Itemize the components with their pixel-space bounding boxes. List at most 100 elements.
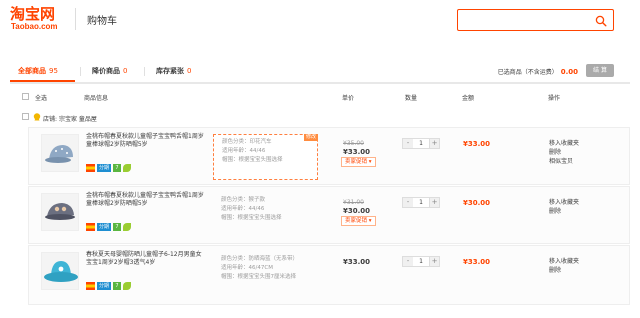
installment-badge[interactable]: 分期 bbox=[97, 282, 112, 290]
selected-summary-label: 已选商品（不含运费） bbox=[497, 69, 558, 76]
item-thumbnail[interactable] bbox=[41, 193, 79, 231]
spec-color: 颜色分类：防晒海蓝（无系带） bbox=[221, 256, 299, 262]
delete-link[interactable]: 删除 bbox=[549, 266, 579, 275]
quantity-value[interactable]: 1 bbox=[413, 257, 429, 266]
promo-flag-icon bbox=[86, 282, 95, 290]
tab-low-stock-count: 0 bbox=[187, 67, 192, 75]
current-price: ¥33.00 bbox=[343, 148, 371, 156]
spec-age: 适用年龄：44/46 bbox=[222, 148, 266, 154]
move-to-favorites-link[interactable]: 移入收藏夹 bbox=[549, 257, 579, 266]
seven-day-return-icon[interactable]: 7 bbox=[113, 164, 122, 172]
increase-qty-button[interactable]: + bbox=[429, 139, 439, 148]
item-operations: 移入收藏夹 删除 bbox=[549, 198, 579, 216]
shop-prefix: 店铺: bbox=[43, 116, 58, 123]
item-service-badges: 分期 7 bbox=[86, 223, 133, 232]
similar-items-link[interactable]: 相似宝贝 bbox=[549, 157, 579, 166]
item-operations: 移入收藏夹 删除 相似宝贝 bbox=[549, 139, 579, 166]
quantity-stepper[interactable]: - 1 + bbox=[402, 256, 440, 267]
item-title-link[interactable]: 春秋夏天母婴帽防晒儿童帽子6-12月男童女宝宝1周岁2岁帽3透气4岁 bbox=[86, 251, 206, 267]
delete-link[interactable]: 删除 bbox=[549, 207, 579, 216]
item-title-link[interactable]: 金桃布帽春夏秋款儿童帽子宝宝鸭舌帽1周岁童棒球帽2岁防晒帽5岁 bbox=[86, 192, 206, 208]
tab-low-stock[interactable]: 库存紧张 0 bbox=[156, 66, 191, 76]
spec-color: 颜色分类：猴子款 bbox=[221, 197, 266, 203]
shop-checkbox[interactable] bbox=[22, 113, 29, 120]
tab-divider bbox=[80, 67, 81, 76]
item-spec[interactable]: 颜色分类：猴子款 适用年龄：44/46 帽围：根据宝宝头围选择 bbox=[213, 193, 318, 239]
logo-cn-text: 淘宝网 bbox=[10, 5, 56, 23]
installment-badge[interactable]: 分期 bbox=[97, 223, 112, 231]
decrease-qty-button[interactable]: - bbox=[403, 139, 413, 148]
tab-all-items[interactable]: 全部商品 95 bbox=[18, 66, 58, 76]
move-to-favorites-link[interactable]: 移入收藏夹 bbox=[549, 198, 579, 207]
hat-image bbox=[42, 253, 78, 289]
spec-size: 帽围：根据宝宝头围7厘米选择 bbox=[221, 274, 297, 280]
increase-qty-button[interactable]: + bbox=[429, 257, 439, 266]
current-price: ¥33.00 bbox=[343, 258, 371, 266]
selected-amount: 0.00 bbox=[560, 68, 578, 76]
tab-price-drop-label: 降价商品 bbox=[92, 67, 120, 75]
col-select-all[interactable]: 全选 bbox=[35, 93, 47, 102]
select-all-checkbox[interactable] bbox=[22, 93, 29, 100]
tab-low-stock-label: 库存紧张 bbox=[156, 67, 184, 75]
col-quantity: 数量 bbox=[405, 95, 418, 102]
eco-leaf-icon bbox=[123, 282, 132, 290]
spec-size: 帽围：根据宝宝头围选择 bbox=[222, 157, 283, 163]
seller-promo-dropdown[interactable]: 卖家促销 ▾ bbox=[341, 216, 376, 226]
eco-leaf-icon bbox=[123, 164, 132, 172]
spec-color: 颜色分类：印花汽车 bbox=[222, 139, 272, 145]
item-spec[interactable]: 颜色分类：防晒海蓝（无系带） 适用年龄：46/47CM 帽围：根据宝宝头围7厘米… bbox=[213, 252, 318, 298]
logo-en-text: Taobao.com bbox=[11, 22, 58, 31]
shop-name-link[interactable]: 宗宝家 童品屋 bbox=[59, 116, 97, 123]
eco-leaf-icon bbox=[123, 223, 132, 231]
quantity-value[interactable]: 1 bbox=[413, 198, 429, 207]
hat-image bbox=[42, 194, 78, 230]
item-subtotal: ¥33.00 bbox=[463, 258, 491, 266]
quantity-stepper[interactable]: - 1 + bbox=[402, 197, 440, 208]
increase-qty-button[interactable]: + bbox=[429, 198, 439, 207]
hat-image bbox=[42, 135, 78, 171]
shop-icon bbox=[33, 113, 41, 121]
current-price: ¥30.00 bbox=[343, 207, 371, 215]
settle-button[interactable]: 结 算 bbox=[586, 64, 614, 77]
decrease-qty-button[interactable]: - bbox=[403, 198, 413, 207]
search-icon[interactable] bbox=[595, 15, 607, 27]
quantity-stepper[interactable]: - 1 + bbox=[402, 138, 440, 149]
seller-promo-dropdown[interactable]: 卖家促销 ▾ bbox=[341, 157, 376, 167]
taobao-logo[interactable]: 淘宝网 Taobao.com bbox=[10, 6, 80, 36]
promo-flag-icon bbox=[86, 223, 95, 231]
item-spec[interactable]: 修改 颜色分类：印花汽车 适用年龄：44/46 帽围：根据宝宝头围选择 bbox=[213, 134, 318, 180]
delete-link[interactable]: 删除 bbox=[549, 148, 579, 157]
tab-divider bbox=[144, 67, 145, 76]
item-thumbnail[interactable] bbox=[41, 252, 79, 290]
tab-all-label: 全部商品 bbox=[18, 67, 46, 75]
tab-price-drop-count: 0 bbox=[123, 67, 128, 75]
seven-day-return-icon[interactable]: 7 bbox=[113, 282, 122, 290]
original-price: ¥31.00 bbox=[343, 199, 364, 206]
col-amount: 金额 bbox=[462, 95, 475, 102]
item-subtotal: ¥33.00 bbox=[463, 140, 491, 148]
edit-spec-button[interactable]: 修改 bbox=[303, 134, 318, 141]
col-operations: 操作 bbox=[548, 95, 561, 102]
col-item-info: 商品信息 bbox=[84, 95, 109, 102]
installment-badge[interactable]: 分期 bbox=[97, 164, 112, 172]
tab-price-drop[interactable]: 降价商品 0 bbox=[92, 66, 127, 76]
page-title: 购物车 bbox=[87, 16, 117, 27]
item-operations: 移入收藏夹 删除 bbox=[549, 257, 579, 275]
move-to-favorites-link[interactable]: 移入收藏夹 bbox=[549, 139, 579, 148]
decrease-qty-button[interactable]: - bbox=[403, 257, 413, 266]
search-box[interactable] bbox=[457, 9, 614, 31]
seven-day-return-icon[interactable]: 7 bbox=[113, 223, 122, 231]
chevron-down-icon: ▾ bbox=[368, 218, 372, 224]
promo-label: 卖家促销 bbox=[345, 218, 368, 224]
spec-size: 帽围：根据宝宝头围选择 bbox=[221, 215, 282, 221]
item-thumbnail[interactable] bbox=[41, 134, 79, 172]
item-service-badges: 分期 7 bbox=[86, 164, 133, 173]
active-tab-indicator bbox=[10, 80, 75, 82]
quantity-value[interactable]: 1 bbox=[413, 139, 429, 148]
item-subtotal: ¥30.00 bbox=[463, 199, 491, 207]
promo-flag-icon bbox=[86, 164, 95, 172]
selected-summary: 已选商品（不含运费） 0.00 bbox=[498, 67, 578, 76]
original-price: ¥35.00 bbox=[343, 140, 364, 147]
item-title-link[interactable]: 金桃布帽春夏秋款儿童帽子宝宝鸭舌帽1周岁童棒球帽2岁防晒帽5岁 bbox=[86, 133, 206, 149]
search-input[interactable] bbox=[462, 10, 592, 30]
